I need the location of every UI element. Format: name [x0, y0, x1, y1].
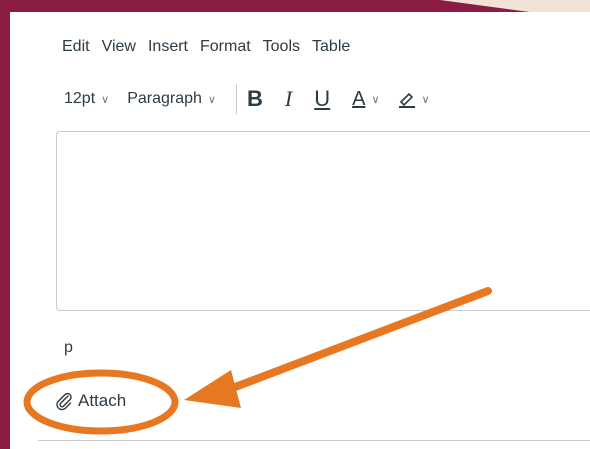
bold-button[interactable]: B	[247, 86, 263, 112]
italic-button[interactable]: I	[285, 86, 292, 112]
menu-format[interactable]: Format	[200, 38, 251, 58]
block-format-select[interactable]: Paragraph ∨	[127, 90, 216, 108]
block-format-value: Paragraph	[127, 90, 202, 107]
menu-view[interactable]: View	[102, 38, 136, 58]
menu-tools[interactable]: Tools	[263, 38, 300, 58]
text-color-icon: A	[352, 87, 366, 110]
divider	[38, 440, 590, 441]
text-color-button[interactable]: A ∨	[352, 88, 379, 111]
element-path: p	[64, 339, 73, 356]
paperclip-icon	[56, 392, 72, 411]
menu-edit[interactable]: Edit	[62, 38, 90, 58]
formatting-toolbar: 12pt ∨ Paragraph ∨ B I U A ∨ ∨	[64, 84, 448, 114]
highlighter-icon	[398, 92, 415, 108]
font-size-select[interactable]: 12pt ∨	[64, 90, 109, 108]
toolbar-divider	[235, 84, 237, 114]
chevron-down-icon: ∨	[421, 93, 430, 106]
chevron-down-icon: ∨	[371, 93, 380, 106]
rich-text-editor[interactable]	[56, 131, 590, 311]
menu-table[interactable]: Table	[312, 38, 350, 58]
font-size-value: 12pt	[64, 90, 96, 107]
attach-button[interactable]: Attach	[54, 391, 126, 411]
chevron-down-icon: ∨	[207, 93, 216, 106]
highlight-color-button[interactable]: ∨	[398, 90, 430, 108]
chevron-down-icon: ∨	[101, 93, 110, 106]
menu-insert[interactable]: Insert	[148, 38, 188, 58]
menu-bar: Edit View Insert Format Tools Table	[62, 38, 350, 58]
attach-label: Attach	[78, 391, 127, 410]
underline-button[interactable]: U	[314, 86, 330, 112]
